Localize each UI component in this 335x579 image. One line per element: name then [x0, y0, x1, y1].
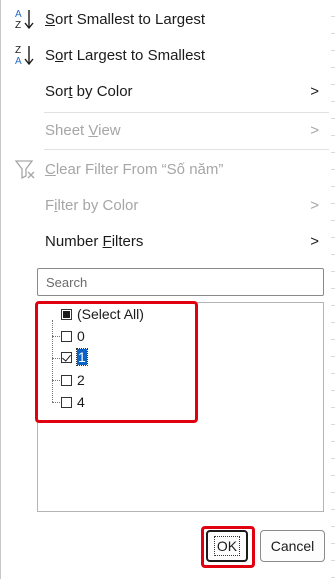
list-item-label: 1 [76, 348, 88, 366]
tree-connector [52, 336, 60, 337]
menu-sort-ascending[interactable]: A Z Sort Smallest to Largest [1, 2, 331, 36]
ok-button[interactable]: OK [206, 530, 248, 562]
list-item-label: 2 [77, 372, 85, 388]
menu-sheet-view: Sheet View > [1, 113, 331, 147]
chevron-right-icon: > [310, 232, 319, 250]
menu-sort-by-color[interactable]: Sort by Color > [1, 74, 331, 108]
list-item-label: 0 [77, 328, 85, 344]
menu-clear-filter: Clear Filter From “Số năm” [1, 152, 331, 186]
clear-filter-icon [14, 160, 35, 180]
sort-ascending-icon: A Z [15, 9, 34, 31]
checkbox[interactable] [61, 351, 72, 363]
list-item[interactable]: 0 [61, 326, 85, 346]
svg-text:A: A [15, 56, 22, 67]
chevron-right-icon: > [310, 196, 319, 214]
search-input[interactable] [38, 269, 323, 295]
chevron-right-icon: > [310, 121, 319, 139]
menu-label: Clear Filter From “Số năm” [45, 160, 224, 178]
menu-filter-by-color: Filter by Color > [1, 188, 331, 222]
search-field[interactable] [37, 268, 324, 296]
tree-connector [52, 380, 60, 381]
tree-connector [52, 358, 60, 359]
tree-connector [52, 320, 53, 402]
checkbox[interactable] [61, 396, 72, 408]
menu-label: Sort Largest to Smallest [45, 46, 206, 64]
menu-sort-descending[interactable]: Z A Sort Largest to Smallest [1, 38, 331, 72]
cancel-button[interactable]: Cancel [260, 530, 325, 562]
list-item[interactable]: 2 [61, 370, 85, 390]
menu-label: Filter by Color [45, 196, 139, 214]
ok-label: OK [213, 536, 241, 556]
svg-text:A: A [15, 9, 22, 20]
list-item[interactable]: 4 [61, 392, 85, 412]
tree-connector [52, 402, 60, 403]
menu-label: Number Filters [45, 232, 144, 250]
menu-number-filters[interactable]: Number Filters > [1, 224, 331, 258]
svg-text:Z: Z [15, 45, 21, 56]
menu-label: Sort by Color [45, 82, 133, 100]
svg-text:Z: Z [15, 20, 21, 31]
worksheet-edge [331, 0, 335, 579]
menu-label: Sort Smallest to Largest [45, 10, 206, 28]
list-item-label: 4 [77, 394, 85, 410]
sort-descending-icon: Z A [15, 45, 34, 67]
list-item-label: (Select All) [77, 306, 144, 322]
list-item[interactable]: 1 [61, 347, 88, 367]
menu-label: Sheet View [45, 121, 121, 139]
menu-separator [44, 149, 329, 150]
checkbox[interactable] [61, 374, 72, 386]
checkbox[interactable] [61, 330, 72, 342]
checkbox[interactable] [61, 308, 72, 320]
chevron-right-icon: > [310, 82, 319, 100]
list-item-select-all[interactable]: (Select All) [61, 304, 144, 324]
